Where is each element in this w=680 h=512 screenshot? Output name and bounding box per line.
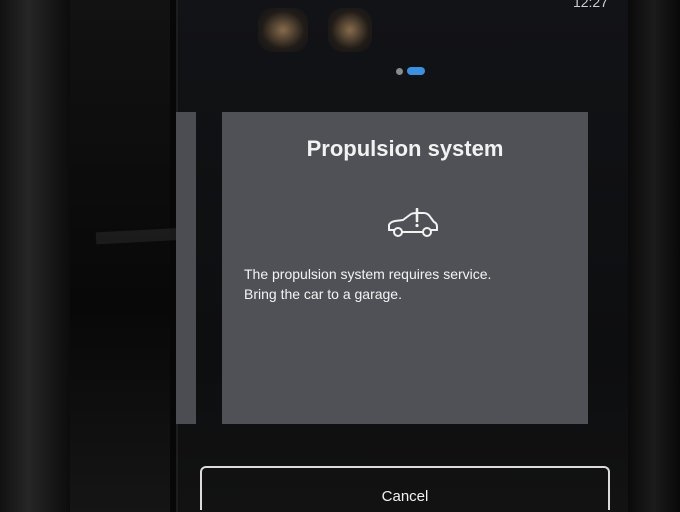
car-warning-icon: [388, 208, 438, 237]
message-line: The propulsion system requires service.: [244, 266, 492, 282]
message-line: Bring the car to a garage.: [244, 286, 402, 302]
photo-frame: 12:27 Propulsion system The propulsion s…: [0, 0, 680, 512]
cancel-button[interactable]: Cancel: [200, 466, 610, 510]
page-dot-active[interactable]: [407, 67, 425, 75]
car-interior-right: [628, 0, 680, 512]
car-interior-trim: [70, 0, 170, 512]
light-reflection: [258, 8, 308, 52]
clock: 12:27: [572, 0, 608, 10]
light-reflection: [328, 8, 372, 52]
previous-card-edge[interactable]: [176, 112, 196, 424]
page-indicator: [396, 67, 425, 75]
car-interior-left: [0, 0, 70, 512]
notification-card: Propulsion system The propulsion system …: [222, 112, 588, 424]
page-dot[interactable]: [396, 67, 403, 75]
card-title: Propulsion system: [306, 136, 504, 161]
card-message: The propulsion system requires service. …: [244, 264, 491, 304]
